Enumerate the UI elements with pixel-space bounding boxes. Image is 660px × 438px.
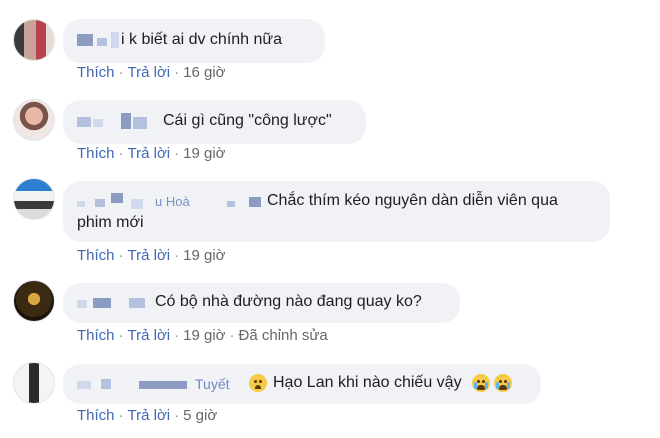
timestamp[interactable]: 19 giờ: [183, 247, 225, 264]
comment-text: Hạo Lan khi nào chiếu vậy: [273, 374, 462, 391]
like-link[interactable]: Thích: [77, 64, 115, 81]
frowning-face-icon: [249, 374, 267, 392]
like-link[interactable]: Thích: [77, 407, 115, 424]
reply-link[interactable]: Trả lời: [128, 64, 171, 81]
avatar[interactable]: [13, 19, 55, 61]
reply-link[interactable]: Trả lời: [128, 145, 171, 162]
commenter-name-blurred[interactable]: [77, 32, 121, 48]
comment-actions: Thích · Trả lời · 19 giờ: [77, 247, 226, 264]
reply-link[interactable]: Trả lời: [128, 327, 171, 344]
separator: ·: [174, 327, 180, 344]
avatar[interactable]: [13, 280, 55, 322]
comment-actions: Thích · Trả lời · 19 giờ: [77, 145, 226, 162]
separator: ·: [174, 407, 180, 424]
avatar[interactable]: [13, 99, 55, 141]
commenter-name-blurred[interactable]: [77, 294, 155, 310]
comment-bubble: u Hoà Chắc thím kéo nguyên dàn diễn viên…: [63, 181, 610, 242]
commenter-name-blurred[interactable]: Tuyết: [77, 375, 247, 392]
timestamp[interactable]: 19 giờ: [183, 145, 225, 162]
reply-link[interactable]: Trả lời: [128, 247, 171, 264]
separator: ·: [118, 64, 124, 81]
separator: ·: [174, 64, 180, 81]
like-link[interactable]: Thích: [77, 247, 115, 264]
separator: ·: [174, 145, 180, 162]
comment-text: Có bộ nhà đường nào đang quay ko?: [155, 293, 422, 310]
separator: ·: [174, 247, 180, 264]
comment-text: Cái gì cũng "công lược": [163, 112, 332, 129]
timestamp[interactable]: 19 giờ: [183, 327, 225, 344]
comment-actions: Thích · Trả lời · 16 giờ: [77, 64, 226, 81]
avatar[interactable]: [13, 362, 55, 404]
edited-label[interactable]: Đã chỉnh sửa: [239, 327, 328, 344]
commenter-name-fragment[interactable]: u Hoà: [155, 191, 190, 213]
separator: ·: [118, 247, 124, 264]
commenter-name-blurred[interactable]: [77, 113, 163, 129]
commenter-name-fragment[interactable]: Tuyết: [195, 373, 230, 395]
comment-text-continued: phim mới: [77, 214, 144, 232]
comment-bubble: Cái gì cũng "công lược": [63, 100, 366, 144]
separator: ·: [118, 145, 124, 162]
reply-link[interactable]: Trả lời: [128, 407, 171, 424]
separator: ·: [118, 407, 124, 424]
comment-text: Chắc thím kéo nguyên dàn diễn viên qua: [267, 192, 558, 209]
comment-bubble: Có bộ nhà đường nào đang quay ko?: [63, 283, 460, 323]
separator: ·: [229, 327, 235, 344]
like-link[interactable]: Thích: [77, 327, 115, 344]
comment-text: i k biết ai dv chính nữa: [121, 31, 283, 48]
crying-face-icon: [494, 374, 513, 392]
crying-face-icon: [472, 374, 491, 392]
separator: ·: [118, 327, 124, 344]
comment-bubble: i k biết ai dv chính nữa: [63, 19, 325, 63]
comment-bubble: Tuyết Hạo Lan khi nào chiếu vậy: [63, 364, 541, 404]
like-link[interactable]: Thích: [77, 145, 115, 162]
avatar[interactable]: [13, 178, 55, 220]
timestamp[interactable]: 5 giờ: [183, 407, 217, 424]
comment-actions: Thích · Trả lời · 19 giờ · Đã chỉnh sửa: [77, 327, 328, 344]
comment-actions: Thích · Trả lời · 5 giờ: [77, 407, 217, 424]
timestamp[interactable]: 16 giờ: [183, 64, 225, 81]
commenter-name-blurred[interactable]: u Hoà: [77, 193, 267, 209]
